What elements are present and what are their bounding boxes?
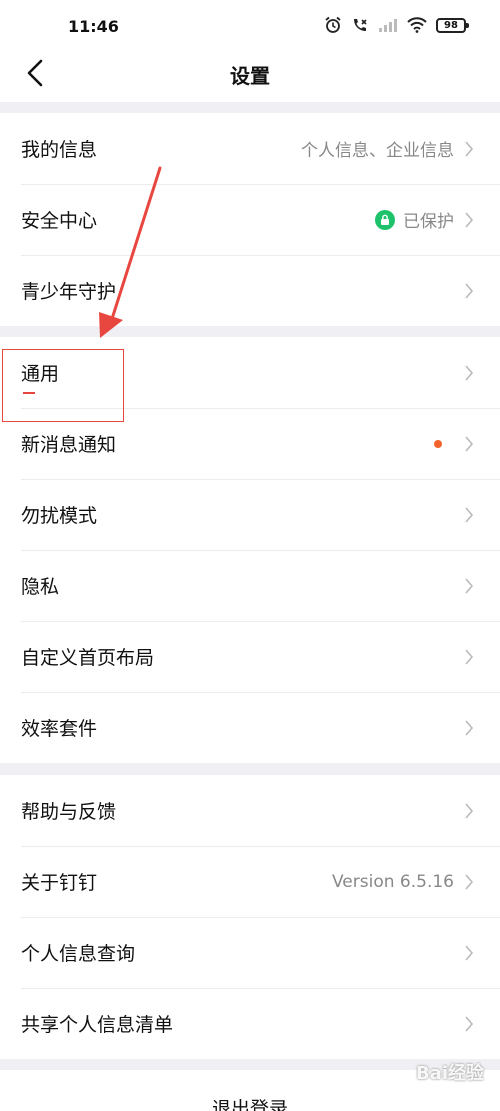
settings-item-privacy[interactable]: 隐私 xyxy=(0,550,500,621)
settings-group-about: 帮助与反馈 关于钉钉 Version 6.5.16 个人信息查询 共享个人信息清… xyxy=(0,775,500,1059)
settings-item-my-info[interactable]: 我的信息 个人信息、企业信息 xyxy=(0,113,500,184)
signal-icon xyxy=(379,19,397,32)
chevron-right-icon xyxy=(465,648,474,665)
battery-level: 98 xyxy=(444,19,458,31)
chevron-right-icon xyxy=(465,802,474,819)
settings-group-account: 我的信息 个人信息、企业信息 安全中心 已保护 青少年守护 xyxy=(0,113,500,326)
logout-button[interactable]: 退出登录 xyxy=(0,1094,500,1111)
wifi-icon xyxy=(407,17,427,33)
settings-item-label: 新消息通知 xyxy=(21,434,117,456)
settings-item-label: 关于钉钉 xyxy=(21,872,98,894)
annotation-underline xyxy=(23,392,35,394)
settings-item-label: 共享个人信息清单 xyxy=(21,1014,174,1036)
chevron-right-icon xyxy=(465,944,474,961)
settings-item-security-center[interactable]: 安全中心 已保护 xyxy=(0,184,500,255)
settings-item-value: 已保护 xyxy=(403,212,454,232)
lock-icon xyxy=(375,209,395,230)
settings-item-custom-home-layout[interactable]: 自定义首页布局 xyxy=(0,621,500,692)
chevron-right-icon xyxy=(465,364,474,381)
chevron-right-icon xyxy=(465,873,474,890)
page-title: 设置 xyxy=(230,64,270,88)
notification-dot xyxy=(434,439,442,448)
chevron-right-icon xyxy=(465,435,474,452)
settings-item-label: 个人信息查询 xyxy=(21,943,136,965)
settings-item-efficiency-suite[interactable]: 效率套件 xyxy=(0,692,500,763)
settings-item-do-not-disturb[interactable]: 勿扰模式 xyxy=(0,479,500,550)
chevron-right-icon xyxy=(465,211,474,228)
battery-icon: 98 xyxy=(436,17,469,33)
status-icons: 98 xyxy=(324,16,469,34)
nav-bar: 设置 xyxy=(0,56,500,102)
settings-item-label: 勿扰模式 xyxy=(21,505,98,527)
settings-item-value: Version 6.5.16 xyxy=(332,871,454,892)
settings-item-shared-info-list[interactable]: 共享个人信息清单 xyxy=(0,988,500,1059)
watermark-logo: Bai经验 xyxy=(415,1063,484,1084)
settings-item-value: 个人信息、企业信息 xyxy=(301,141,454,161)
settings-item-personal-info-query[interactable]: 个人信息查询 xyxy=(0,917,500,988)
call-icon xyxy=(354,19,367,31)
chevron-right-icon xyxy=(465,140,474,157)
settings-item-label: 帮助与反馈 xyxy=(21,801,117,823)
settings-item-label: 安全中心 xyxy=(21,210,98,232)
chevron-right-icon xyxy=(465,282,474,299)
status-bar: 11:46 98 xyxy=(0,0,500,56)
settings-item-help-feedback[interactable]: 帮助与反馈 xyxy=(0,775,500,846)
settings-item-about[interactable]: 关于钉钉 Version 6.5.16 xyxy=(0,846,500,917)
settings-item-youth-guard[interactable]: 青少年守护 xyxy=(0,255,500,326)
chevron-right-icon xyxy=(465,506,474,523)
settings-item-label: 隐私 xyxy=(21,576,60,598)
chevron-right-icon xyxy=(465,577,474,594)
alarm-icon xyxy=(325,16,341,33)
status-time: 11:46 xyxy=(68,17,119,36)
settings-item-label: 我的信息 xyxy=(21,139,98,161)
settings-item-label: 青少年守护 xyxy=(21,281,117,303)
chevron-right-icon xyxy=(465,719,474,736)
annotation-highlight-box xyxy=(2,349,124,422)
chevron-right-icon xyxy=(465,1015,474,1032)
settings-item-label: 效率套件 xyxy=(21,718,98,740)
settings-item-label: 自定义首页布局 xyxy=(21,647,155,669)
